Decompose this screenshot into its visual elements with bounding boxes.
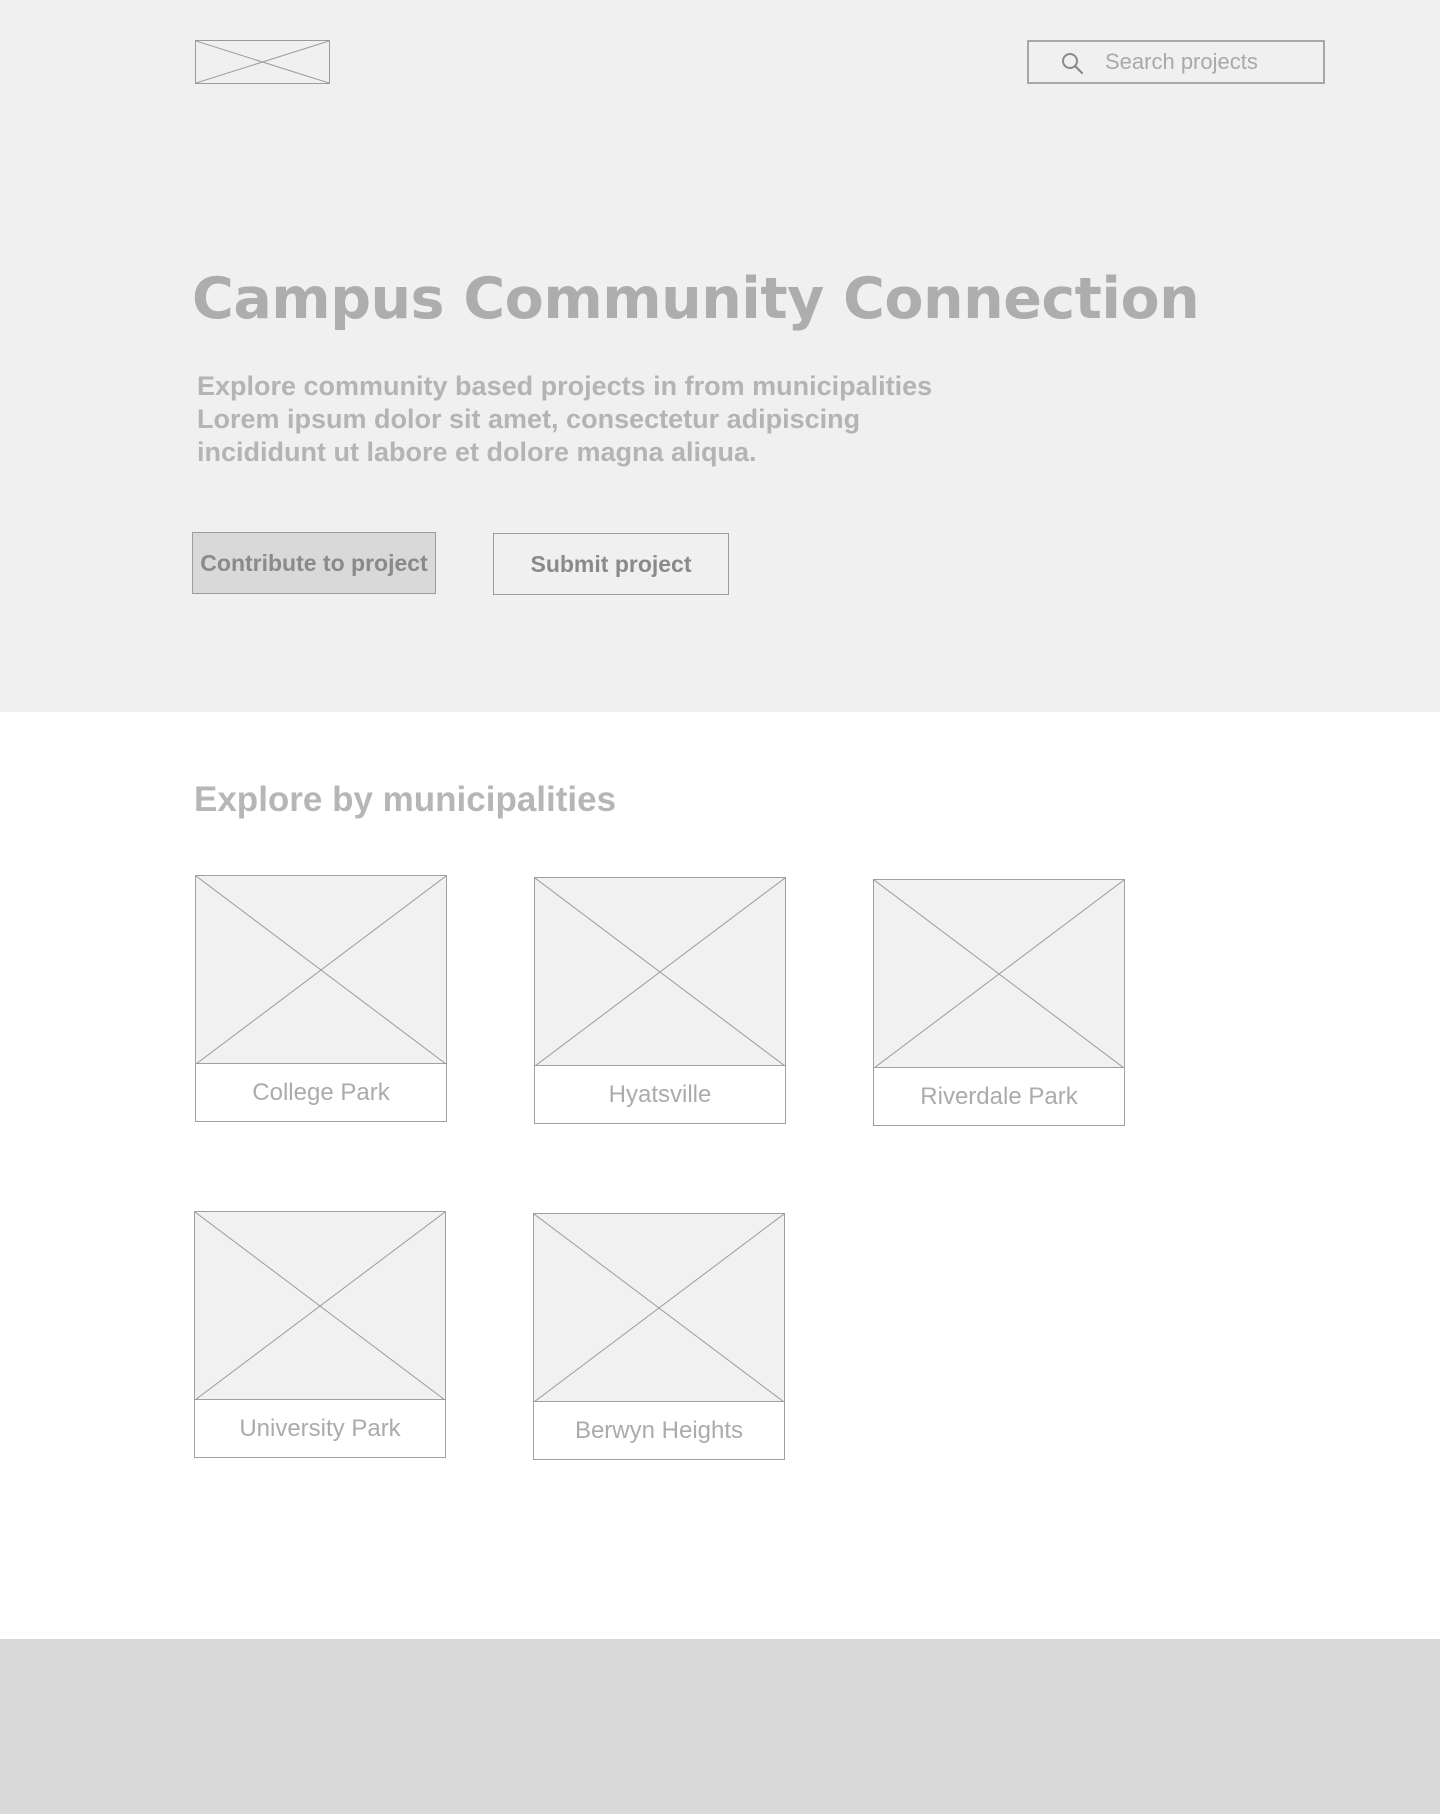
municipality-card-college-park[interactable]: College Park xyxy=(195,875,447,1122)
hero-section: Campus Community Connection Explore comm… xyxy=(0,0,1440,712)
municipality-name: College Park xyxy=(252,1078,390,1106)
municipality-card-berwyn-heights[interactable]: Berwyn Heights xyxy=(533,1213,785,1460)
section-title-municipalities: Explore by municipalities xyxy=(194,780,617,819)
image-placeholder xyxy=(535,878,785,1066)
municipality-name: University Park xyxy=(239,1414,401,1442)
hero-description-line: incididunt ut labore et dolore magna ali… xyxy=(197,437,757,467)
hero-description: Explore community based projects in from… xyxy=(197,370,957,469)
municipality-name: Riverdale Park xyxy=(920,1082,1078,1110)
image-placeholder-icon xyxy=(195,1212,445,1400)
image-placeholder xyxy=(195,1212,445,1400)
municipality-name: Berwyn Heights xyxy=(574,1416,744,1444)
search-icon[interactable] xyxy=(1061,52,1083,74)
footer xyxy=(0,1639,1440,1814)
image-placeholder-icon xyxy=(196,876,446,1064)
logo-placeholder[interactable] xyxy=(195,40,330,84)
image-placeholder-icon xyxy=(535,878,785,1066)
search-box[interactable] xyxy=(1027,40,1325,84)
hero-description-line: Explore community based projects in from… xyxy=(197,371,933,401)
logo-placeholder-icon xyxy=(196,41,329,83)
municipality-card-university-park[interactable]: University Park xyxy=(194,1211,446,1458)
image-placeholder-icon xyxy=(534,1214,784,1402)
page-title: Campus Community Connection xyxy=(192,266,1200,332)
image-placeholder xyxy=(534,1214,784,1402)
image-placeholder xyxy=(196,876,446,1064)
municipality-card-riverdale-park[interactable]: Riverdale Park xyxy=(873,879,1125,1126)
municipality-card-hyatsville[interactable]: Hyatsville xyxy=(534,877,786,1124)
hero-description-line: Lorem ipsum dolor sit amet, consectetur … xyxy=(197,404,861,434)
image-placeholder-icon xyxy=(874,880,1124,1068)
contribute-button[interactable]: Contribute to project xyxy=(192,532,436,594)
image-placeholder xyxy=(874,880,1124,1068)
submit-project-button[interactable]: Submit project xyxy=(493,533,729,595)
search-input[interactable] xyxy=(1105,42,1315,82)
municipality-name: Hyatsville xyxy=(608,1080,712,1108)
